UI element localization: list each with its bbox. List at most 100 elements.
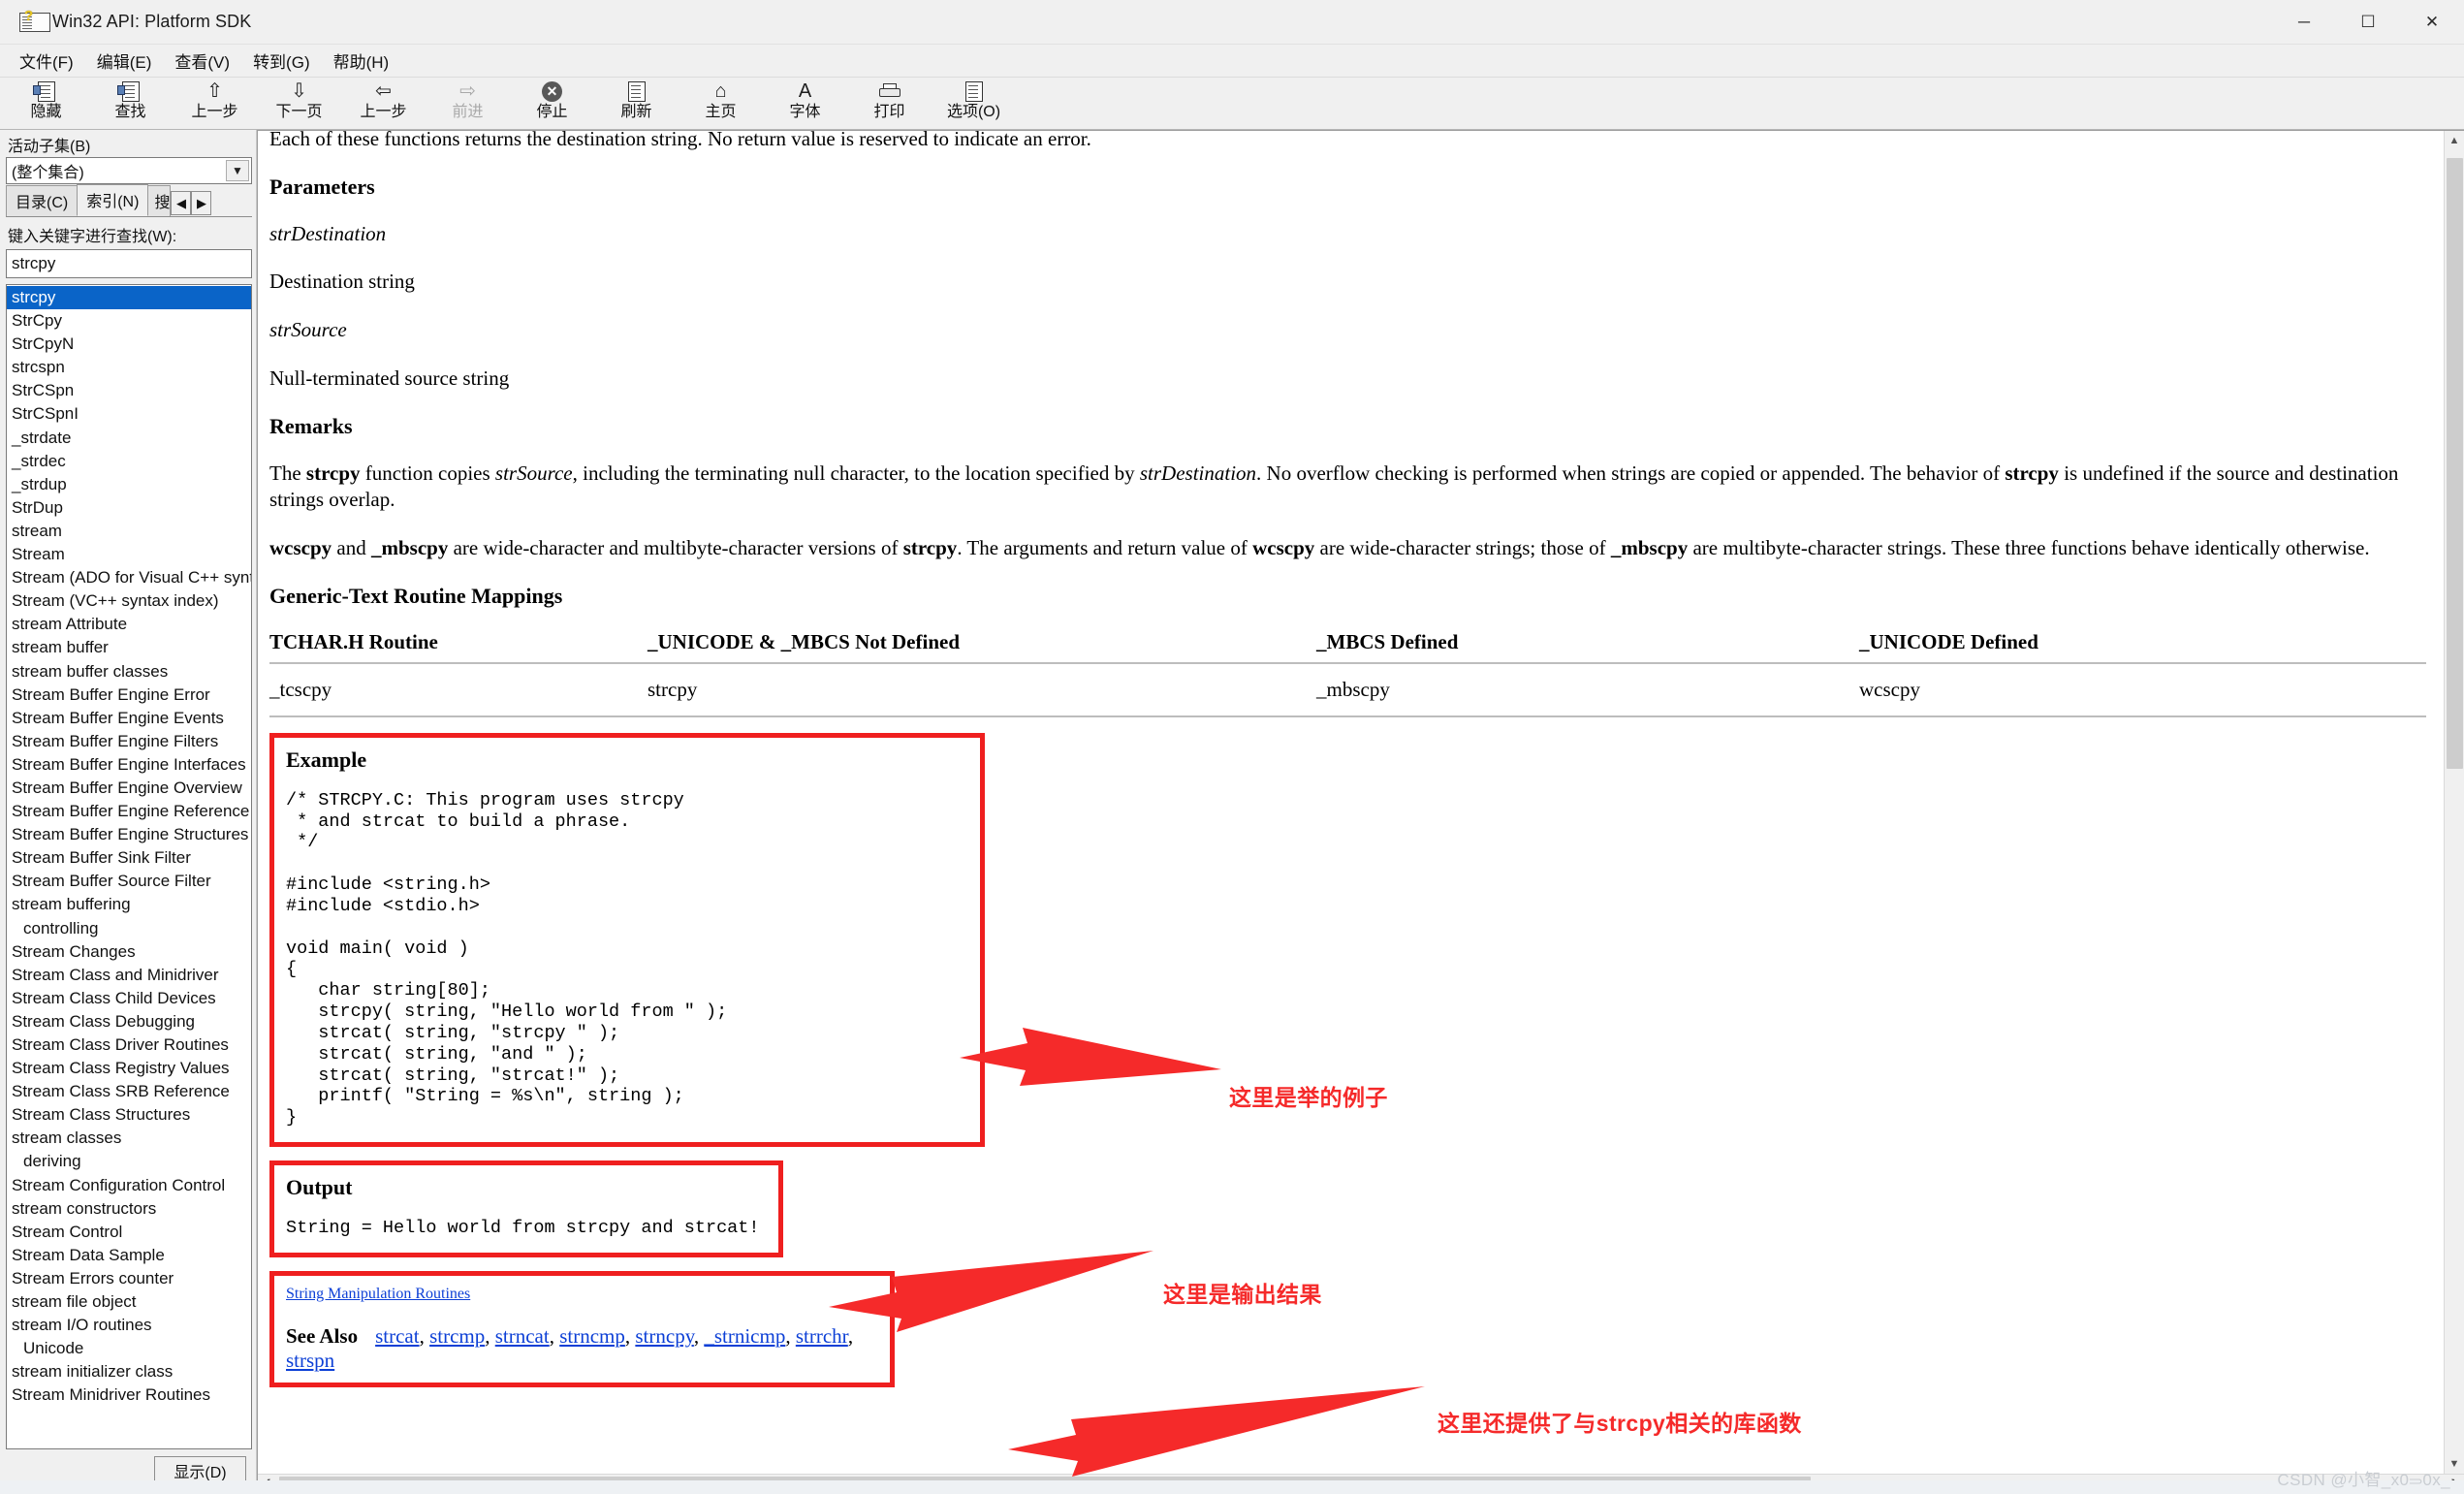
font-icon: A bbox=[791, 79, 820, 104]
list-item[interactable]: Stream Class Child Devices bbox=[7, 987, 251, 1010]
menu-help[interactable]: 帮助(H) bbox=[322, 46, 401, 76]
list-item[interactable]: Stream Minidriver Routines bbox=[7, 1383, 251, 1407]
see-also-link-strcmp[interactable]: strcmp bbox=[429, 1324, 485, 1348]
list-item[interactable]: stream initializer class bbox=[7, 1360, 251, 1383]
list-item[interactable]: Stream Errors counter bbox=[7, 1267, 251, 1290]
toolbar-refresh[interactable]: 刷新 bbox=[594, 78, 679, 128]
list-item[interactable]: Stream Buffer Engine Error bbox=[7, 683, 251, 707]
tab-contents[interactable]: 目录(C) bbox=[6, 185, 78, 216]
list-item[interactable]: Unicode bbox=[7, 1337, 251, 1360]
rp2-d: . The arguments and return value of bbox=[957, 536, 1252, 559]
rp2-b1: wcscpy bbox=[269, 536, 332, 559]
list-item[interactable]: stream buffering bbox=[7, 893, 251, 916]
list-item[interactable]: Stream Buffer Engine Filters bbox=[7, 730, 251, 753]
hide-pane-icon bbox=[32, 79, 61, 104]
active-subset-combobox[interactable]: (整个集合) ▼ bbox=[6, 157, 252, 184]
maximize-button[interactable]: ☐ bbox=[2336, 0, 2400, 45]
list-item[interactable]: StrCpy bbox=[7, 309, 251, 333]
list-item[interactable]: stream I/O routines bbox=[7, 1314, 251, 1337]
list-item[interactable]: Stream Configuration Control bbox=[7, 1174, 251, 1197]
list-item[interactable]: Stream Buffer Engine Reference bbox=[7, 800, 251, 823]
list-item[interactable]: stream bbox=[7, 520, 251, 543]
tab-scroll-buttons: ◀ ▶ bbox=[171, 191, 211, 215]
list-item[interactable]: Stream Changes bbox=[7, 940, 251, 964]
see-also-link-strncpy[interactable]: strncpy bbox=[635, 1324, 693, 1348]
list-item[interactable]: StrDup bbox=[7, 496, 251, 520]
list-item[interactable]: Stream Buffer Engine Structures bbox=[7, 823, 251, 846]
list-item[interactable]: _strdup bbox=[7, 473, 251, 496]
list-item[interactable]: Stream (VC++ syntax index) bbox=[7, 589, 251, 613]
toolbar-home[interactable]: ⌂ 主页 bbox=[679, 78, 763, 128]
list-item[interactable]: Stream Control bbox=[7, 1221, 251, 1244]
list-item[interactable]: stream classes bbox=[7, 1127, 251, 1150]
menu-file[interactable]: 文件(F) bbox=[8, 46, 85, 76]
minimize-button[interactable]: ─ bbox=[2272, 0, 2336, 45]
toolbar-options[interactable]: 选项(O) bbox=[932, 78, 1016, 128]
see-also-link-strspn[interactable]: strspn bbox=[286, 1349, 334, 1372]
list-item[interactable]: Stream Class Registry Values bbox=[7, 1057, 251, 1080]
list-item[interactable]: _strdate bbox=[7, 427, 251, 450]
toolbar-next-topic[interactable]: ⇩ 下一页 bbox=[257, 78, 341, 128]
see-also-link-strcat[interactable]: strcat bbox=[375, 1324, 419, 1348]
tab-search[interactable]: 搜 bbox=[147, 185, 171, 216]
list-item[interactable]: Stream Class Structures bbox=[7, 1103, 251, 1127]
list-item[interactable]: Stream bbox=[7, 543, 251, 566]
active-subset-label: 活动子集(B) bbox=[8, 133, 252, 156]
list-item[interactable]: stream file object bbox=[7, 1290, 251, 1314]
list-item[interactable]: Stream Data Sample bbox=[7, 1244, 251, 1267]
list-item[interactable]: Stream Class and Minidriver bbox=[7, 964, 251, 987]
list-item[interactable]: Stream Class SRB Reference bbox=[7, 1080, 251, 1103]
see-also-link-strncmp[interactable]: strncmp bbox=[559, 1324, 625, 1348]
window-title: Win32 API: Platform SDK bbox=[52, 12, 251, 32]
list-item[interactable]: stream buffer bbox=[7, 636, 251, 659]
list-item[interactable]: stream buffer classes bbox=[7, 660, 251, 683]
menu-goto[interactable]: 转到(G) bbox=[241, 46, 322, 76]
toolbar-hide-label: 隐藏 bbox=[30, 104, 61, 121]
list-item[interactable]: Stream Buffer Engine Interfaces bbox=[7, 753, 251, 777]
list-item[interactable]: strcpy bbox=[7, 286, 251, 309]
toolbar-font[interactable]: A 字体 bbox=[763, 78, 847, 128]
list-item[interactable]: controlling bbox=[7, 917, 251, 940]
toolbar-hide[interactable]: 隐藏 bbox=[4, 78, 88, 128]
list-item[interactable]: StrCpyN bbox=[7, 333, 251, 356]
list-item[interactable]: _strdec bbox=[7, 450, 251, 473]
toolbar-print[interactable]: 打印 bbox=[847, 78, 932, 128]
list-item[interactable]: deriving bbox=[7, 1150, 251, 1173]
list-item[interactable]: Stream Class Driver Routines bbox=[7, 1033, 251, 1057]
list-item[interactable]: stream Attribute bbox=[7, 613, 251, 636]
list-item[interactable]: Stream Buffer Engine Overview bbox=[7, 777, 251, 800]
vertical-scrollbar-thumb[interactable] bbox=[2447, 158, 2463, 769]
cell-unicode: wcscpy bbox=[1859, 663, 2426, 716]
toolbar-stop[interactable]: ✕ 停止 bbox=[510, 78, 594, 128]
list-item[interactable]: Stream Buffer Source Filter bbox=[7, 870, 251, 893]
menu-view[interactable]: 查看(V) bbox=[163, 46, 241, 76]
toolbar-previous-topic-label: 上一步 bbox=[191, 104, 237, 121]
list-item[interactable]: strcspn bbox=[7, 356, 251, 379]
param-strsource-name: strSource bbox=[269, 317, 2426, 344]
close-button[interactable]: ✕ bbox=[2400, 0, 2464, 45]
toolbar-find[interactable]: 查找 bbox=[88, 78, 173, 128]
see-also-link-strrchr[interactable]: strrchr bbox=[796, 1324, 848, 1348]
see-also-link-strnicmp[interactable]: _strnicmp bbox=[704, 1324, 785, 1348]
scroll-up-icon[interactable]: ▲ bbox=[2445, 131, 2464, 150]
chevron-down-icon[interactable]: ▼ bbox=[226, 160, 249, 181]
toolbar-previous-topic[interactable]: ⇧ 上一步 bbox=[173, 78, 257, 128]
tab-scroll-right-icon[interactable]: ▶ bbox=[191, 191, 211, 215]
list-item[interactable]: Stream (ADO for Visual C++ syntax) bbox=[7, 566, 251, 589]
string-manipulation-routines-link[interactable]: String Manipulation Routines bbox=[286, 1286, 470, 1302]
list-item[interactable]: Stream Buffer Sink Filter bbox=[7, 846, 251, 870]
list-item[interactable]: Stream Class Debugging bbox=[7, 1010, 251, 1033]
menu-edit[interactable]: 编辑(E) bbox=[85, 46, 164, 76]
see-also-link-strncat[interactable]: strncat bbox=[495, 1324, 550, 1348]
toolbar-back[interactable]: ⇦ 上一步 bbox=[341, 78, 426, 128]
tab-scroll-left-icon[interactable]: ◀ bbox=[171, 191, 191, 215]
topic-vertical-scrollbar[interactable]: ▲ ▼ bbox=[2444, 131, 2464, 1474]
list-item[interactable]: StrCSpnI bbox=[7, 402, 251, 426]
keyword-input[interactable]: strcpy bbox=[6, 249, 252, 278]
index-listbox[interactable]: strcpyStrCpyStrCpyNstrcspnStrCSpnStrCSpn… bbox=[6, 284, 252, 1449]
list-item[interactable]: Stream Buffer Engine Events bbox=[7, 707, 251, 730]
tab-index[interactable]: 索引(N) bbox=[77, 184, 148, 216]
list-item[interactable]: StrCSpn bbox=[7, 379, 251, 402]
list-item[interactable]: stream constructors bbox=[7, 1197, 251, 1221]
toolbar-home-label: 主页 bbox=[705, 104, 736, 121]
